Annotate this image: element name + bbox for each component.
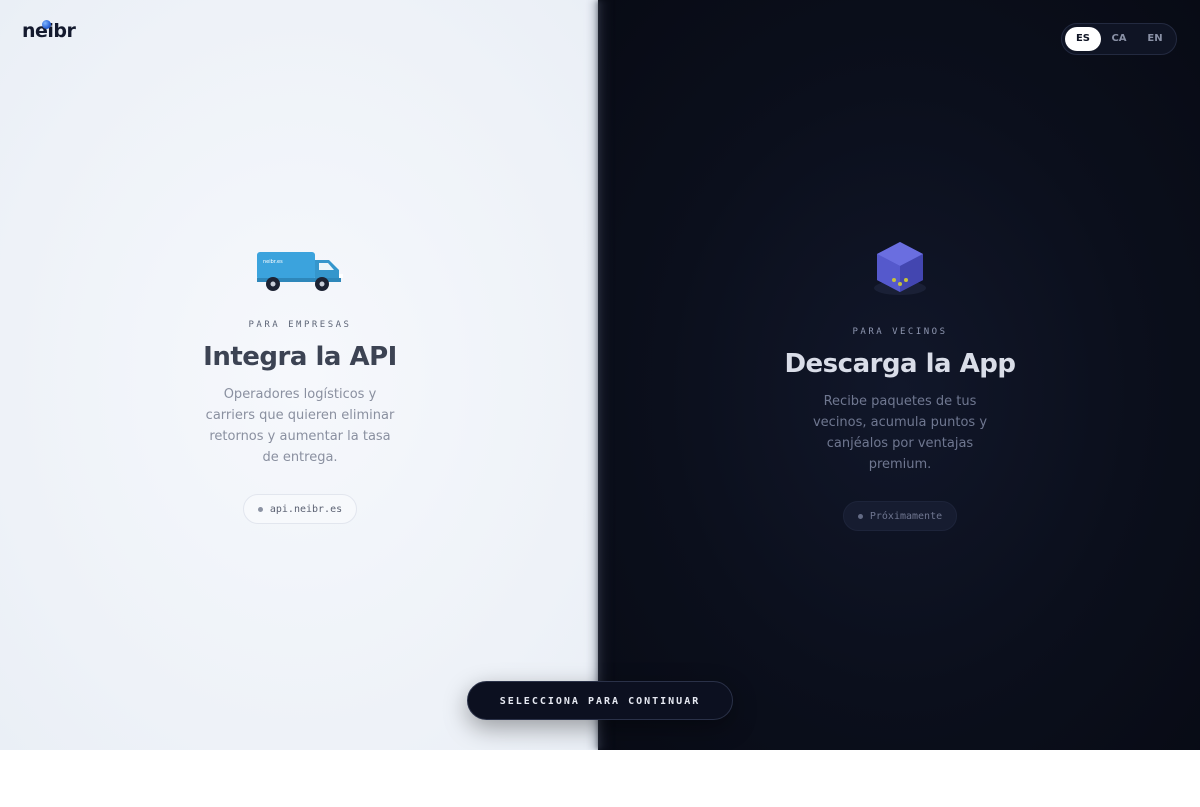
logo-globe-icon	[42, 20, 51, 29]
business-title: Integra la API	[203, 342, 397, 372]
api-link-pill[interactable]: api.neibr.es	[242, 494, 358, 524]
language-option-ca[interactable]: CA	[1101, 27, 1137, 51]
package-cube-icon	[874, 242, 926, 295]
panel-divider	[588, 0, 610, 750]
status-dot-icon	[857, 513, 863, 519]
landing-split: neibr ES CA EN neibr.es PARA EMPRESAS In…	[0, 0, 1200, 750]
language-option-es[interactable]: ES	[1065, 27, 1101, 51]
delivery-truck-icon: neibr.es	[257, 252, 343, 291]
neighbors-eyebrow: PARA VECINOS	[852, 327, 948, 337]
business-card[interactable]: neibr.es PARA EMPRESAS Integra la API Op…	[180, 238, 420, 524]
neighbors-title: Descarga la App	[784, 349, 1016, 379]
coming-soon-label: Próximamente	[869, 510, 943, 522]
truck-side-label: neibr.es	[263, 259, 283, 265]
language-switcher: ES CA EN	[1061, 23, 1177, 55]
truck-illustration: neibr.es	[180, 238, 420, 294]
continue-button[interactable]: SELECCIONA PARA CONTINUAR	[467, 681, 733, 720]
api-link-label: api.neibr.es	[269, 503, 343, 515]
cube-illustration	[770, 238, 1030, 298]
neighbors-card[interactable]: PARA VECINOS Descarga la App Recibe paqu…	[770, 238, 1030, 531]
business-eyebrow: PARA EMPRESAS	[248, 320, 352, 330]
status-dot-icon	[257, 506, 263, 512]
business-description: Operadores logísticos y carriers que qui…	[205, 387, 395, 465]
language-option-en[interactable]: EN	[1137, 27, 1173, 51]
neighbors-description: Recibe paquetes de tus vecinos, acumula …	[812, 394, 988, 472]
coming-soon-pill: Próximamente	[842, 501, 958, 531]
brand-logo[interactable]: neibr	[22, 20, 76, 41]
